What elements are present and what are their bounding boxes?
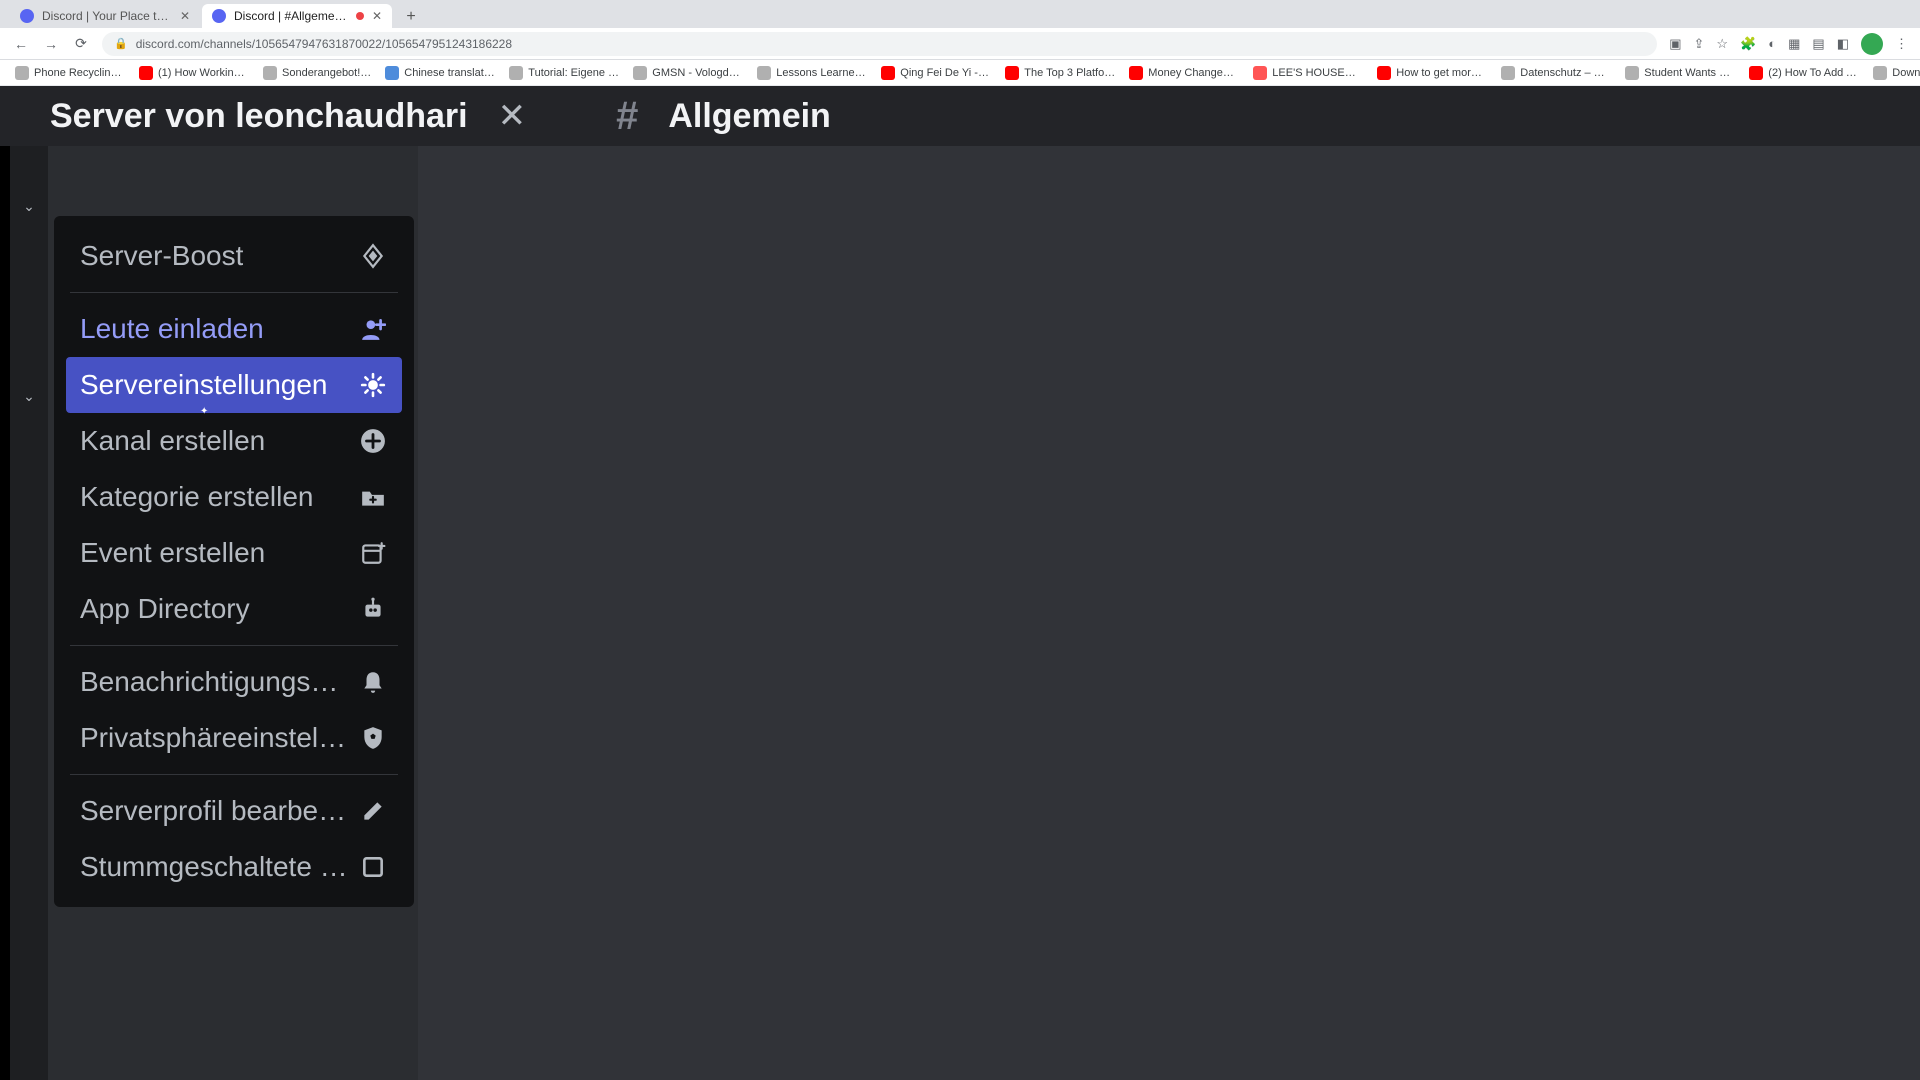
menu-invite-people[interactable]: Leute einladen (66, 301, 402, 357)
bookmark[interactable]: Datenschutz – Re… (1496, 62, 1616, 84)
tab-title: Discord | Your Place to Talk an (42, 9, 172, 23)
bell-icon (358, 667, 388, 697)
forward-button[interactable]: → (42, 35, 60, 53)
bookmark[interactable]: Qing Fei De Yi - Y… (876, 62, 996, 84)
hash-icon: # (616, 94, 638, 139)
menu-create-channel[interactable]: Kanal erstellen (66, 413, 402, 469)
server-rail: ⌄ ⌄ (10, 146, 48, 1080)
chrome-menu-icon[interactable]: ⋮ (1895, 36, 1908, 52)
star-icon[interactable]: ☆ (1716, 36, 1728, 52)
recording-indicator-icon (356, 12, 364, 20)
bookmark[interactable]: Money Changes E… (1124, 62, 1244, 84)
tab-title: Discord | #Allgemein | Se… (234, 9, 348, 23)
menu-app-directory[interactable]: App Directory (66, 581, 402, 637)
bookmark[interactable]: Chinese translatio… (380, 62, 500, 84)
shield-icon (358, 723, 388, 753)
close-icon[interactable]: ✕ (180, 9, 190, 23)
chat-area (418, 146, 1920, 1080)
bookmark[interactable]: Student Wants an… (1620, 62, 1740, 84)
close-dropdown-icon[interactable]: ✕ (498, 96, 527, 136)
toolbar: ← → ⟳ 🔒 discord.com/channels/10565479476… (0, 28, 1920, 60)
lock-icon: 🔒 (114, 37, 128, 50)
gear-icon (358, 370, 388, 400)
calendar-plus-icon (358, 538, 388, 568)
folder-plus-icon (358, 482, 388, 512)
bookmark[interactable]: Lessons Learned f… (752, 62, 872, 84)
extension-icon-3[interactable]: ▤ (1812, 36, 1824, 52)
plus-circle-icon (358, 426, 388, 456)
extension-icon-2[interactable]: ▦ (1788, 36, 1800, 52)
bookmark[interactable]: Download - Cooki… (1868, 62, 1920, 84)
extension-icon-4[interactable]: ◧ (1837, 36, 1849, 52)
bookmark[interactable]: LEE'S HOUSE—… (1248, 62, 1368, 84)
back-button[interactable]: ← (12, 35, 30, 53)
bookmarks-bar: Phone Recycling… (1) How Working a… Sond… (0, 60, 1920, 86)
bookmark[interactable]: Tutorial: Eigene Fa… (504, 62, 624, 84)
bookmark[interactable]: Sonderangebot!… (258, 62, 376, 84)
menu-edit-server-profile[interactable]: Serverprofil bearbeiten (66, 783, 402, 839)
pencil-icon (358, 796, 388, 826)
toolbar-right: ▣ ⇪ ☆ 🧩 ◐ ▦ ▤ ◧ ⋮ (1669, 33, 1908, 55)
address-bar[interactable]: 🔒 discord.com/channels/10565479476318700… (102, 32, 1657, 56)
extension-icon-1[interactable]: ◐ (1768, 36, 1776, 51)
menu-muted-channels[interactable]: Stummgeschaltete Kanäl… (66, 839, 402, 895)
new-tab-button[interactable]: + (400, 6, 422, 28)
separator (70, 292, 398, 293)
reload-button[interactable]: ⟳ (72, 35, 90, 53)
menu-server-boost[interactable]: Server-Boost (66, 228, 402, 284)
favicon-discord (212, 9, 226, 23)
tab-strip: Discord | Your Place to Talk an ✕ Discor… (0, 0, 1920, 28)
bookmark[interactable]: Phone Recycling… (10, 62, 130, 84)
share-icon[interactable]: ⇪ (1694, 36, 1705, 52)
menu-privacy-settings[interactable]: Privatsphäreeinstellungen (66, 710, 402, 766)
robot-icon (358, 594, 388, 624)
bookmark[interactable]: How to get more v… (1372, 62, 1492, 84)
separator (70, 774, 398, 775)
server-title[interactable]: Server von leonchaudhari (50, 97, 468, 136)
extensions-icon[interactable]: 🧩 (1740, 36, 1756, 52)
profile-avatar[interactable] (1861, 33, 1883, 55)
chevron-icon[interactable]: ⌄ (10, 381, 48, 411)
bookmark[interactable]: The Top 3 Platfor… (1000, 62, 1120, 84)
channel-title: Allgemein (668, 97, 830, 136)
menu-notification-settings[interactable]: Benachrichtigungseinste… (66, 654, 402, 710)
close-icon[interactable]: ✕ (372, 9, 382, 23)
checkbox-icon (358, 852, 388, 882)
discord-app: Server von leonchaudhari ✕ # Allgemein ⌄… (0, 86, 1920, 1080)
boost-icon (358, 241, 388, 271)
cast-icon[interactable]: ▣ (1669, 36, 1681, 52)
server-dropdown-menu: Server-Boost Leute einladen Servereinste… (54, 216, 414, 907)
cursor-icon: ✦ (200, 406, 207, 413)
bookmark[interactable]: (1) How Working a… (134, 62, 254, 84)
menu-server-settings[interactable]: Servereinstellungen (66, 357, 402, 413)
separator (70, 645, 398, 646)
tab-discord-channel[interactable]: Discord | #Allgemein | Se… ✕ (202, 4, 392, 28)
menu-create-event[interactable]: Event erstellen (66, 525, 402, 581)
invite-icon (358, 314, 388, 344)
menu-create-category[interactable]: Kategorie erstellen (66, 469, 402, 525)
window-edge (0, 86, 10, 1080)
bookmark[interactable]: GMSN - Vologda… (628, 62, 748, 84)
discord-header: Server von leonchaudhari ✕ # Allgemein (0, 86, 1920, 146)
favicon-discord (20, 9, 34, 23)
url-text: discord.com/channels/1056547947631870022… (136, 37, 512, 51)
browser-chrome: Discord | Your Place to Talk an ✕ Discor… (0, 0, 1920, 86)
bookmark[interactable]: (2) How To Add A… (1744, 62, 1864, 84)
chevron-icon[interactable]: ⌄ (10, 191, 48, 221)
tab-discord-home[interactable]: Discord | Your Place to Talk an ✕ (10, 4, 200, 28)
